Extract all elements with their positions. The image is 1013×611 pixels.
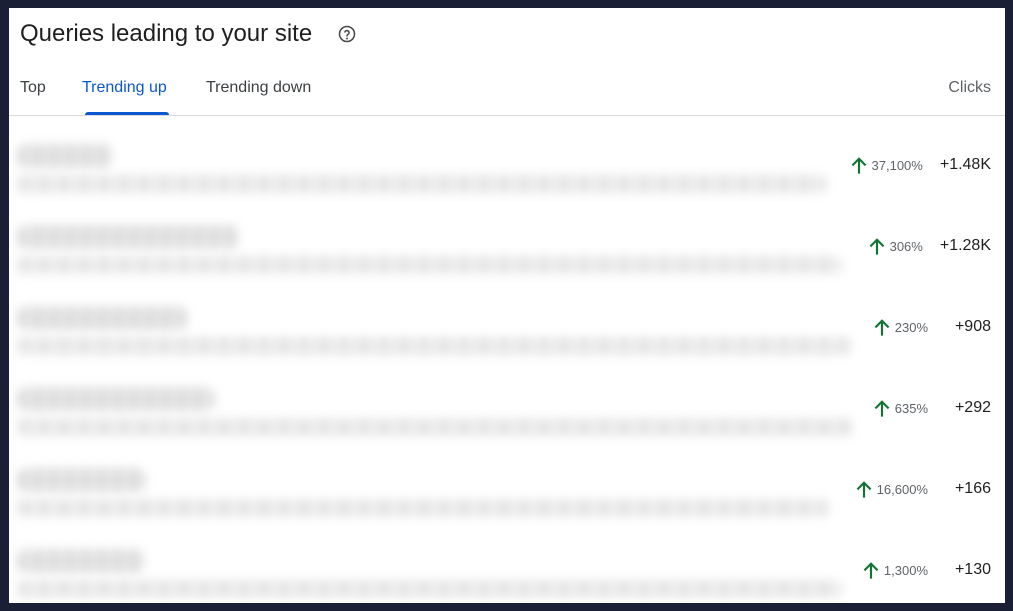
clicks-delta: +130 [954, 561, 991, 578]
clicks-delta: +1.48K [939, 156, 991, 173]
tab-top[interactable]: Top [20, 79, 46, 97]
row-metric: 1,300% +130 [861, 560, 991, 580]
redacted-query-detail [17, 580, 842, 598]
query-row[interactable]: 16,600% +166 [9, 448, 1005, 529]
row-metric: 635% +292 [872, 398, 991, 418]
query-row[interactable]: 635% +292 [9, 367, 1005, 448]
query-row[interactable]: 230% +908 [9, 286, 1005, 367]
row-metric: 306% +1.28K [867, 236, 991, 256]
change-percent: 37,100% [871, 157, 923, 173]
query-row[interactable]: 1,300% +130 [9, 529, 1005, 603]
row-metric: 230% +908 [872, 317, 991, 337]
redacted-query-detail [17, 418, 853, 436]
tab-trending-down[interactable]: Trending down [206, 79, 311, 97]
redacted-query-detail [17, 337, 851, 355]
change-percent: 306% [889, 238, 923, 254]
arrow-up-icon [863, 562, 879, 579]
clicks-column-header[interactable]: Clicks [948, 79, 991, 97]
clicks-delta: +292 [954, 399, 991, 416]
redacted-query-text [17, 387, 215, 411]
redacted-query-detail [17, 499, 829, 517]
redacted-query-text [17, 225, 239, 249]
change-percent: 230% [894, 319, 928, 335]
query-row[interactable]: 37,100% +1.48K [9, 124, 1005, 205]
redacted-query-detail [17, 256, 842, 274]
row-metric: 16,600% +166 [854, 479, 991, 499]
arrow-up-icon [874, 400, 890, 417]
redacted-query-text [17, 468, 147, 492]
arrow-up-icon [851, 157, 866, 174]
redacted-query-detail [17, 175, 827, 193]
tab-trending-up[interactable]: Trending up [82, 79, 167, 97]
help-circle-icon[interactable] [338, 25, 356, 43]
redacted-query-text [17, 306, 187, 330]
change-percent: 16,600% [876, 481, 928, 497]
clicks-delta: +166 [954, 480, 991, 497]
clicks-delta: +908 [954, 318, 991, 335]
arrow-up-icon [856, 481, 872, 498]
query-list: 37,100% +1.48K 306% +1.28K 230% +908 635… [9, 124, 1005, 603]
query-row[interactable]: 306% +1.28K [9, 205, 1005, 286]
card-title: Queries leading to your site [20, 20, 313, 47]
change-percent: 1,300% [883, 562, 928, 578]
row-metric: 37,100% +1.48K [849, 155, 991, 175]
tab-bar: Top Trending up Trending down [9, 70, 1005, 115]
header-divider [9, 115, 1005, 116]
arrow-up-icon [874, 319, 890, 336]
arrow-up-icon [869, 238, 884, 255]
clicks-delta: +1.28K [939, 237, 991, 254]
queries-card: Queries leading to your site Top Trendin… [9, 8, 1005, 603]
redacted-query-text [17, 144, 113, 168]
redacted-query-text [17, 549, 145, 573]
change-percent: 635% [894, 400, 928, 416]
